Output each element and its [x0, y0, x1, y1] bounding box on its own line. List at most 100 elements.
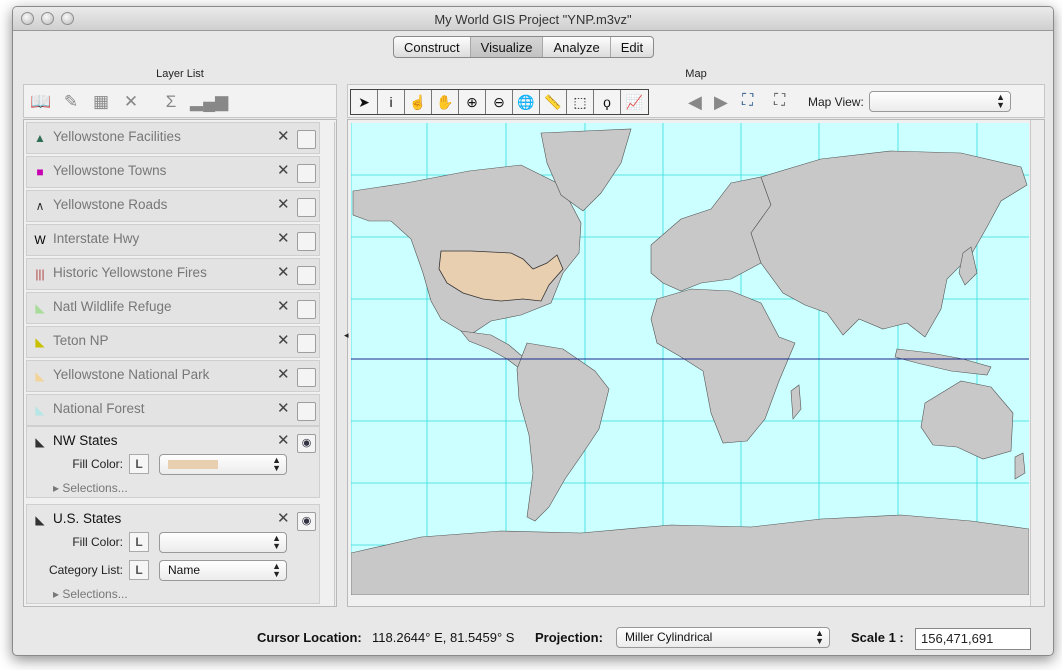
selections-link[interactable]: ▸ Selections... — [53, 587, 128, 601]
polygon-layer-icon: ◣ — [35, 435, 45, 449]
visibility-eye-icon[interactable]: ◉ — [297, 434, 316, 453]
visibility-checkbox[interactable] — [297, 266, 316, 285]
layer-row[interactable]: ◣ Natl Wildlife Refuge ✕ — [26, 292, 320, 324]
remove-layer-button[interactable]: ✕ — [277, 297, 290, 315]
layer-name: Historic Yellowstone Fires — [53, 265, 207, 280]
map-frame: ◂ — [344, 119, 1045, 607]
forward-arrow-icon[interactable]: ▶ — [714, 92, 728, 113]
layer-nw-states[interactable]: ◣ NW States ✕ ◉ Fill Color: L ▲ ▼ ▸ Selec… — [26, 426, 320, 498]
visibility-checkbox[interactable] — [297, 402, 316, 421]
edit-layer-icon[interactable]: ✎ — [60, 91, 82, 113]
select-arrows-icon: ▲ ▼ — [272, 455, 281, 473]
zoom-to-extent-icon[interactable]: ⛶ — [742, 92, 753, 110]
layer-symbol-icon: W — [34, 233, 46, 247]
tab-visualize[interactable]: Visualize — [470, 37, 544, 57]
zoom-in-icon[interactable]: ⊕ — [459, 90, 486, 114]
layer-symbol-icon: ▲ — [34, 131, 46, 145]
visibility-checkbox[interactable] — [297, 198, 316, 217]
layer-name: U.S. States — [53, 511, 122, 526]
layer-list-title: Layer List — [156, 68, 204, 80]
pointer-icon[interactable]: ➤ — [351, 90, 378, 114]
layer-symbol-icon: ◣ — [35, 301, 45, 315]
layer-list-scrollbar[interactable] — [334, 122, 336, 606]
remove-layer-button[interactable]: ✕ — [277, 331, 290, 349]
remove-layer-button[interactable]: ✕ — [277, 229, 290, 247]
visibility-checkbox[interactable] — [297, 368, 316, 387]
visibility-checkbox[interactable] — [297, 164, 316, 183]
visibility-checkbox[interactable] — [297, 334, 316, 353]
table-icon[interactable]: ▦ — [90, 91, 112, 113]
histogram-icon[interactable]: ▂▄▆ — [190, 91, 228, 113]
lasso-icon[interactable]: ϙ — [594, 90, 621, 114]
category-button[interactable]: L — [129, 560, 149, 580]
pan-hand-icon[interactable]: ✋ — [432, 90, 459, 114]
remove-layer-button[interactable]: ✕ — [277, 195, 290, 213]
box-select-icon[interactable]: ⬚ — [567, 90, 594, 114]
map-view-select[interactable]: ▲ ▼ — [869, 91, 1011, 112]
measure-icon[interactable]: 📏 — [540, 90, 567, 114]
select-hand-icon[interactable]: ☝ — [405, 90, 432, 114]
category-list-select[interactable]: Name ▲ ▼ — [159, 560, 287, 581]
visibility-checkbox[interactable] — [297, 232, 316, 251]
remove-layer-button[interactable]: ✕ — [277, 365, 290, 383]
fill-color-select[interactable]: ▲ ▼ — [159, 454, 287, 475]
projection-label: Projection: — [535, 630, 603, 645]
projection-value: Miller Cylindrical — [625, 630, 713, 644]
projection-select[interactable]: Miller Cylindrical ▲ ▼ — [616, 627, 830, 648]
visibility-checkbox[interactable] — [297, 130, 316, 149]
layer-name: Yellowstone National Park — [53, 367, 210, 382]
selections-link[interactable]: ▸ Selections... — [53, 481, 128, 495]
tab-analyze[interactable]: Analyze — [543, 37, 611, 57]
fill-color-select[interactable]: ▲ ▼ — [159, 532, 287, 553]
remove-layer-button[interactable]: ✕ — [277, 431, 290, 449]
fill-color-button[interactable]: L — [129, 454, 149, 474]
map-view-label: Map View: — [808, 95, 864, 109]
map-scrollbar[interactable] — [1030, 120, 1044, 606]
remove-layer-button[interactable]: ✕ — [277, 509, 290, 527]
layer-name: Natl Wildlife Refuge — [53, 299, 172, 314]
tab-construct[interactable]: Construct — [394, 37, 471, 57]
fill-color-label: Fill Color: — [72, 535, 123, 549]
remove-layer-button[interactable]: ✕ — [277, 161, 290, 179]
layer-row[interactable]: ◣ Yellowstone National Park ✕ — [26, 360, 320, 392]
layer-name: Yellowstone Towns — [53, 163, 167, 178]
fill-color-swatch — [168, 460, 218, 469]
layer-row[interactable]: ■ Yellowstone Towns ✕ — [26, 156, 320, 188]
visibility-checkbox[interactable] — [297, 300, 316, 319]
scale-input[interactable]: 156,471,691 — [915, 628, 1031, 650]
layer-symbol-icon: ■ — [36, 165, 44, 179]
visibility-eye-icon[interactable]: ◉ — [297, 512, 316, 531]
layer-symbol-icon: ◣ — [35, 403, 45, 417]
open-layer-icon[interactable]: 📖 — [30, 91, 52, 113]
remove-layer-button[interactable]: ✕ — [277, 127, 290, 145]
zoom-out-icon[interactable]: ⊖ — [486, 90, 513, 114]
layer-row[interactable]: ▲ Yellowstone Facilities ✕ — [26, 122, 320, 154]
title-bar: My World GIS Project "YNP.m3vz" — [13, 7, 1053, 31]
info-icon[interactable]: i — [378, 90, 405, 114]
layer-row[interactable]: ◣ Teton NP ✕ — [26, 326, 320, 358]
layer-row[interactable]: ∧ Yellowstone Roads ✕ — [26, 190, 320, 222]
select-arrows-icon: ▲ ▼ — [272, 533, 281, 551]
summation-icon[interactable]: Σ — [160, 91, 182, 113]
layer-symbol-icon: ◣ — [35, 335, 45, 349]
resize-handle-icon[interactable]: ◂ — [344, 330, 349, 341]
globe-icon[interactable]: 🌐 — [513, 90, 540, 114]
layer-us-states[interactable]: ◣ U.S. States ✕ ◉ Fill Color: L ▲ ▼ Categ… — [26, 504, 320, 604]
layer-symbol-icon: ∧ — [35, 199, 45, 213]
layer-row[interactable]: W Interstate Hwy ✕ — [26, 224, 320, 256]
world-map[interactable] — [351, 123, 1029, 595]
remove-layer-button[interactable]: ✕ — [277, 263, 290, 281]
zoom-to-selection-icon[interactable]: ⛶ — [774, 92, 785, 110]
layer-row[interactable]: ||| Historic Yellowstone Fires ✕ — [26, 258, 320, 290]
remove-layer-icon[interactable]: ✕ — [120, 91, 142, 113]
category-list-label: Category List: — [48, 563, 123, 577]
layer-row[interactable]: ◣ National Forest ✕ — [26, 394, 320, 426]
layer-name: NW States — [53, 433, 118, 448]
chart-icon[interactable]: 📈 — [621, 90, 648, 114]
fill-color-label: Fill Color: — [72, 457, 123, 471]
back-arrow-icon[interactable]: ◀ — [688, 92, 702, 113]
tab-edit[interactable]: Edit — [611, 37, 653, 57]
window-title: My World GIS Project "YNP.m3vz" — [434, 12, 632, 27]
remove-layer-button[interactable]: ✕ — [277, 399, 290, 417]
fill-color-button[interactable]: L — [129, 532, 149, 552]
